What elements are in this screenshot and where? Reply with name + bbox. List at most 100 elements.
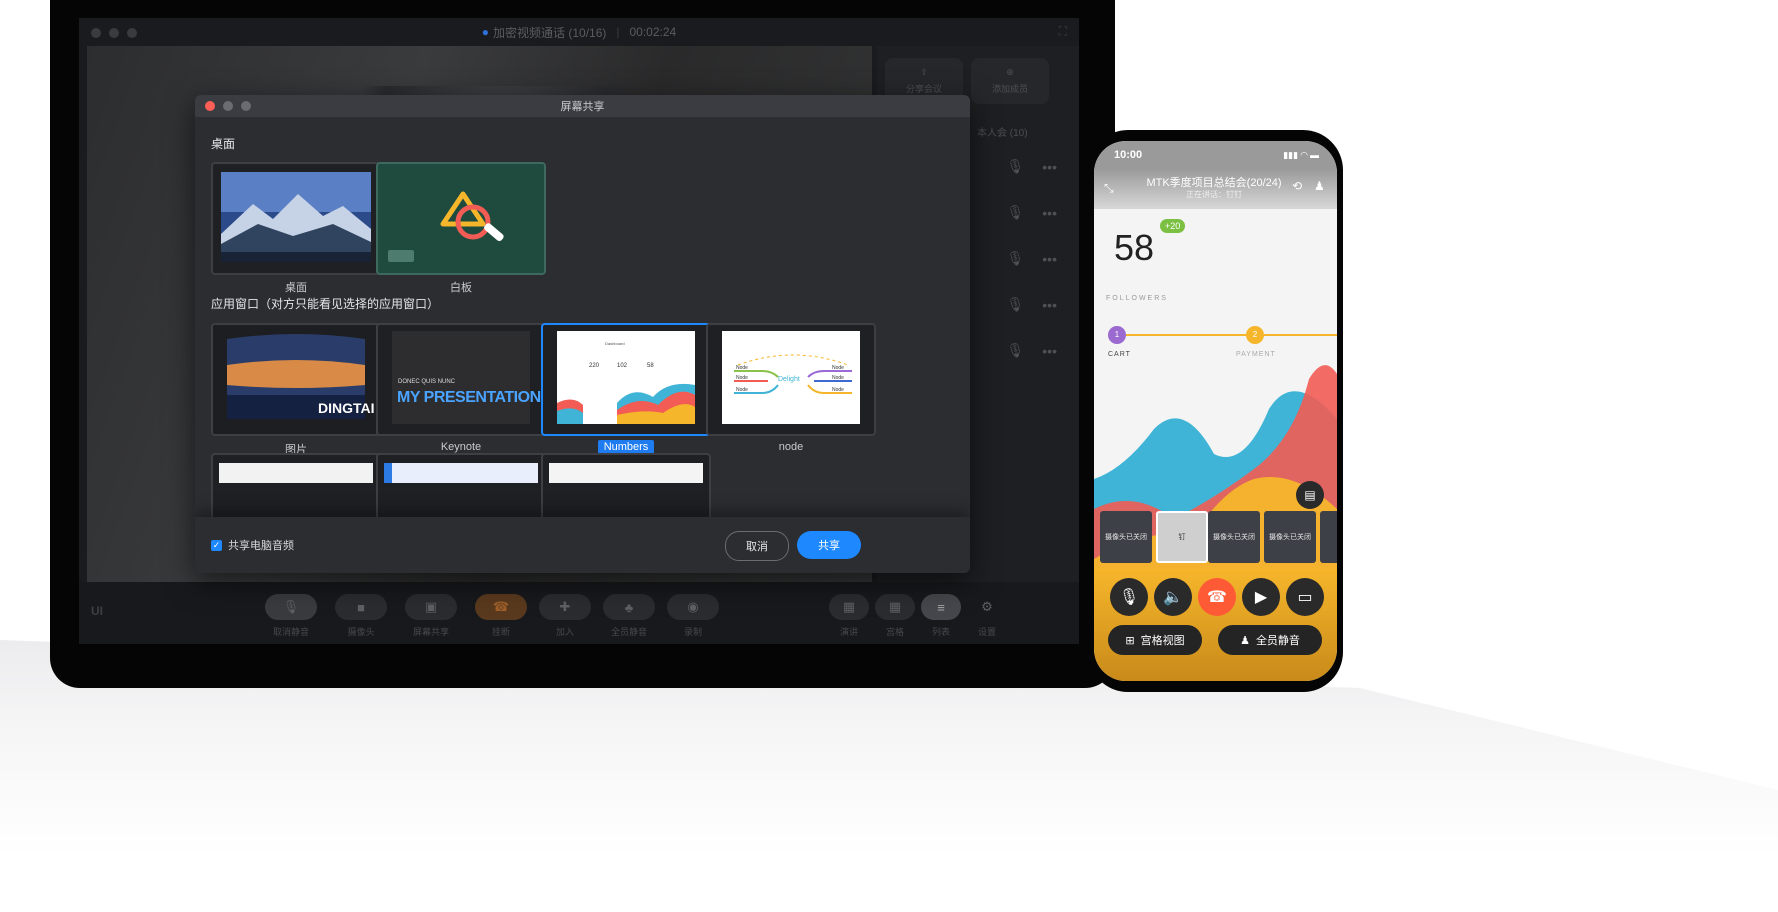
cancel-button[interactable]: 取消 [725,531,789,561]
desktop-option[interactable] [211,162,381,275]
svg-text:220: 220 [589,363,600,369]
dialog-window-controls [205,101,251,111]
grid-view-label: 宫格 [885,627,904,637]
mic-icon: 🎙 [1006,296,1025,312]
video-tile[interactable]: 摄像头已关闭 [1208,511,1260,563]
minimize-dot[interactable] [109,28,119,38]
invite-button[interactable]: ✚ 加入 [539,594,591,638]
svg-text:Dashboard: Dashboard [605,341,625,346]
video-tile[interactable]: 摄像头已关闭 [1100,511,1152,563]
svg-text:58: 58 [647,363,654,369]
share-meeting-label: 分享会议 [905,84,942,94]
tile-status: 摄像头已关闭 [1269,534,1311,541]
minimize-icon[interactable]: ⤡ [1104,181,1114,196]
participant-row[interactable]: 🎙 ••• [1007,296,1058,313]
users-icon: ♟ [1240,634,1250,647]
grid-view-button[interactable]: ▦ 宫格 [875,594,915,638]
switch-camera-icon[interactable]: ⟲ [1292,179,1302,193]
meeting-titlebar: ● 加密视频通话 (10/16) | 00:02:24 [481,25,677,40]
minimize-dot[interactable] [223,101,233,111]
dialog-footer: ✓ 共享电脑音频 取消 共享 [195,517,970,573]
camera-button[interactable]: ▶ [1242,578,1280,616]
tile-status: 摄像头已关闭 [1213,534,1255,541]
app-option-numbers[interactable]: Dashboard 220 102 58 [541,323,711,436]
fullscreen-icon[interactable]: ⛶ [1059,24,1067,39]
speaker-icon: 🔈 [1163,589,1183,606]
more-icon[interactable]: ••• [1042,205,1057,221]
hangup-button[interactable]: ☎ 挂断 [475,594,527,638]
record-button[interactable]: ◉ 录制 [667,594,719,638]
share-button[interactable]: 共享 [797,531,861,559]
screen-share-button[interactable]: ▣ 屏幕共享 [405,594,457,638]
participant-row[interactable]: 🎙 ••• [1007,250,1058,267]
more-icon[interactable]: ••• [1042,251,1057,267]
mic-button[interactable]: 🎙 [1110,578,1148,616]
hangup-label: 挂断 [491,627,510,637]
more-icon[interactable]: ••• [1042,159,1057,175]
mic-icon: 🎙 [1118,589,1140,606]
hangup-button[interactable]: ☎ [1198,578,1236,616]
meeting-title: 加密视频通话 (10/16) [493,25,607,40]
maximize-dot[interactable] [241,101,251,111]
phone-meeting-title: MTK季度项目总结会(20/24) [1146,177,1282,189]
meeting-duration: 00:02:24 [629,25,677,39]
unmute-label: 取消静音 [272,627,309,637]
screen-share-button[interactable]: ▭ [1286,578,1324,616]
phone-meeting-subtitle: 正在讲话：钉钉 [1186,190,1242,199]
invite-label: 加入 [555,627,574,637]
lock-icon: ● [481,25,490,39]
keynote-label: Keynote [440,441,482,453]
followers-delta-badge: +20 [1160,219,1186,233]
screen-share-label: 屏幕共享 [412,627,449,637]
participant-row[interactable]: 🎙 ••• [1007,158,1058,175]
mic-icon: 🎙 [1006,204,1025,220]
share-audio-checkbox[interactable]: ✓ 共享电脑音频 [211,537,294,553]
video-icon: ▶ [1254,589,1268,606]
mute-all-button[interactable]: ♣ 全员静音 [603,594,655,638]
app-option-keynote[interactable]: DONEC QUIS NUNC MY PRESENTATION [376,323,546,436]
close-dot[interactable] [205,101,215,111]
video-tile[interactable] [1320,511,1337,563]
speaker-view-button[interactable]: ▦ 演讲 [829,594,869,638]
add-member-button[interactable]: ⊕ 添加成员 [971,58,1049,104]
close-dot[interactable] [91,28,101,38]
checkmark-icon: ✓ [211,539,222,551]
settings-button[interactable]: ⚙ 设置 [967,594,1007,638]
maximize-dot[interactable] [127,28,137,38]
node-label: node [778,441,804,453]
followers-value: 58 [1114,227,1155,268]
numbers-dashboard-image: Dashboard 220 102 58 [557,331,695,424]
mute-all-label: 全员静音 [610,627,647,637]
whiteboard-option[interactable] [376,162,546,275]
grid-view-button[interactable]: ⊞ 宫格视图 [1108,625,1202,655]
unmute-button[interactable]: 🎙 取消静音 [265,594,317,638]
speaker-button[interactable]: 🔈 [1154,578,1192,616]
phone-status-bar: 10:00 ▮▮▮ ◠ ▬ [1094,141,1337,169]
more-icon[interactable]: ••• [1042,297,1057,313]
screen-icon: ▣ [405,594,457,620]
list-icon: ≡ [921,594,961,620]
users-icon: ♣ [603,594,655,620]
grid-icon: ▦ [875,594,915,620]
camera-button[interactable]: ■ 摄像头 [335,594,387,638]
participant-row[interactable]: 🎙 ••• [1007,342,1058,359]
airplay-icon: ▭ [1297,589,1313,606]
phone-hangup-icon: ☎ [475,594,527,620]
video-tile[interactable]: 摄像头已关闭 [1264,511,1316,563]
add-member-label: 添加成员 [991,84,1028,94]
mute-all-button[interactable]: ♟ 全员静音 [1218,625,1322,655]
document-icon[interactable]: ▤ [1296,481,1324,509]
more-icon[interactable]: ••• [1042,343,1057,359]
video-tile-active[interactable]: 钉 [1156,511,1208,563]
step-1-dot: 1 [1108,326,1126,344]
camera-label: 摄像头 [347,627,375,637]
phone-hangup-icon: ☎ [1207,589,1227,606]
participant-row[interactable]: 🎙 ••• [1007,204,1058,221]
app-option-node[interactable]: Delight Node Node Node Node Node Node [706,323,876,436]
keynote-headline: MY PRESENTATION [397,389,541,406]
mic-icon: 🎙 [265,594,317,620]
app-option-photos[interactable]: DINGTAI [211,323,381,436]
participants-icon[interactable]: ♟ [1314,179,1325,193]
list-view-button[interactable]: ≡ 列表 [921,594,961,638]
record-icon: ◉ [667,594,719,620]
